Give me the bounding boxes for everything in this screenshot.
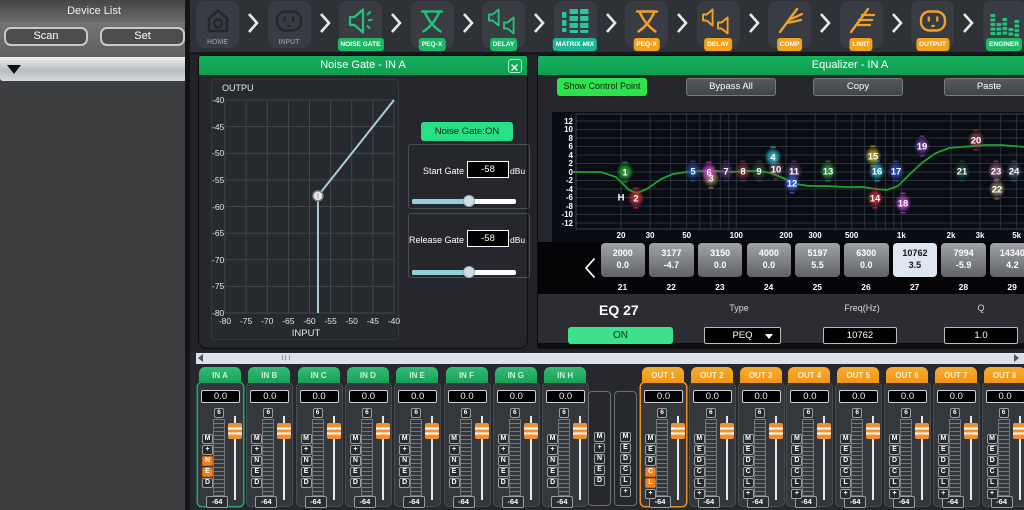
svg-text:1: 1 — [622, 167, 628, 178]
svg-text:18: 18 — [898, 198, 909, 209]
svg-text:17: 17 — [891, 166, 902, 177]
svg-text:9: 9 — [756, 166, 761, 177]
svg-text:21: 21 — [957, 166, 968, 177]
svg-text:7: 7 — [723, 166, 728, 177]
svg-text:16: 16 — [872, 166, 883, 177]
svg-text:24: 24 — [1009, 166, 1020, 177]
svg-text:H: H — [618, 192, 625, 203]
svg-text:20: 20 — [971, 135, 982, 146]
svg-text:11: 11 — [789, 166, 800, 177]
svg-text:14: 14 — [870, 193, 881, 204]
svg-text:2: 2 — [633, 193, 638, 204]
svg-text:5: 5 — [690, 166, 696, 177]
svg-text:15: 15 — [868, 151, 879, 162]
svg-text:8: 8 — [740, 166, 745, 177]
svg-text:22: 22 — [992, 184, 1003, 195]
svg-text:23: 23 — [991, 166, 1002, 177]
svg-text:12: 12 — [787, 178, 798, 189]
svg-text:4: 4 — [770, 152, 776, 163]
svg-text:6: 6 — [706, 167, 711, 178]
svg-text:13: 13 — [823, 166, 834, 177]
svg-text:10: 10 — [771, 164, 782, 175]
svg-text:19: 19 — [917, 141, 928, 152]
